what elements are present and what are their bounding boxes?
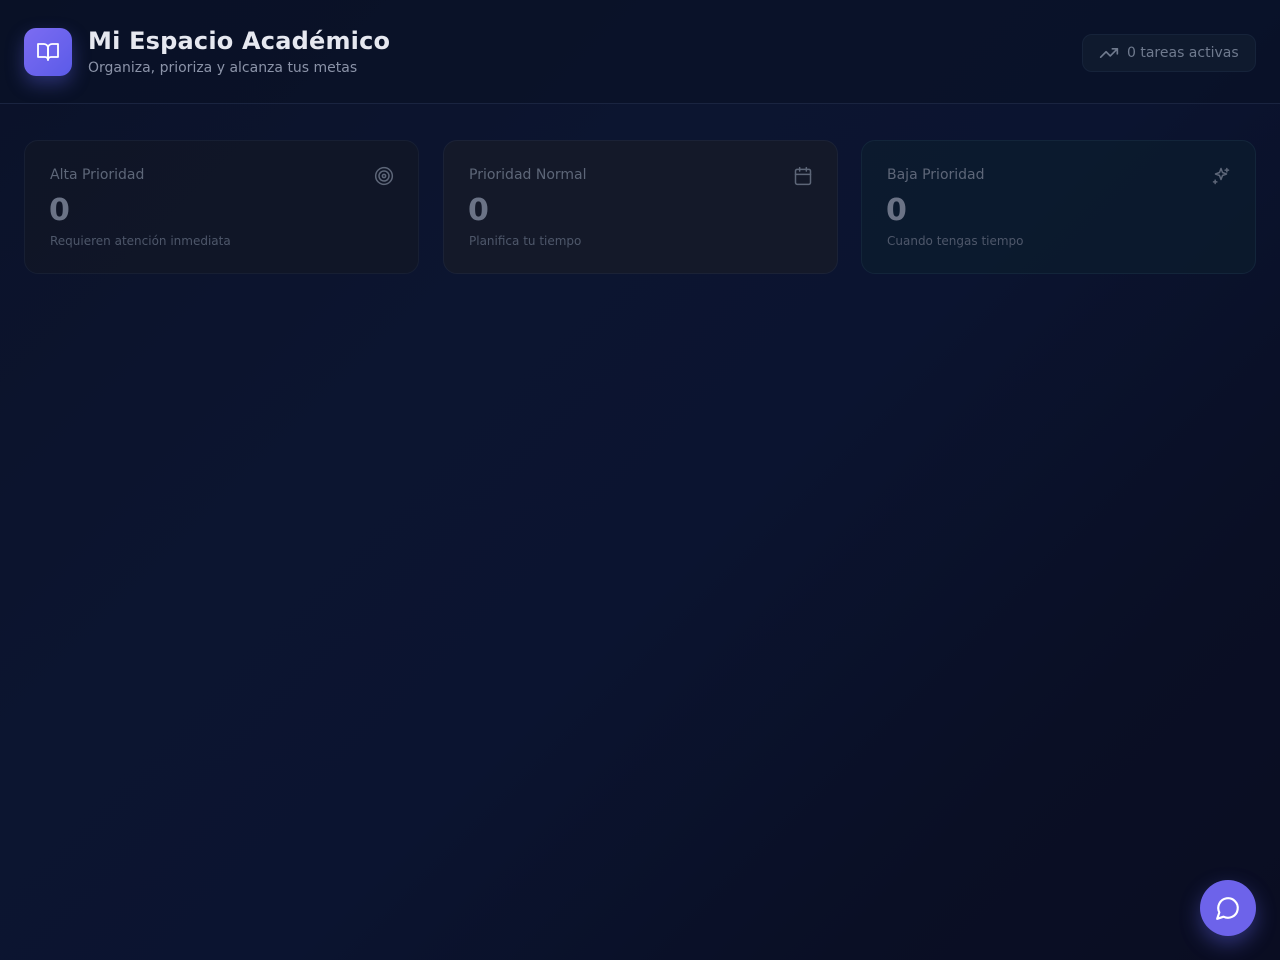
card-label: Prioridad Normal: [469, 167, 587, 183]
low-priority-card: Baja Prioridad 0 Cuando tengas tiempo: [861, 140, 1256, 274]
card-label: Baja Prioridad: [887, 167, 985, 183]
high-priority-card: Alta Prioridad 0 Requieren atención inme…: [24, 140, 419, 274]
card-description: Planifica tu tiempo: [469, 234, 582, 248]
card-count: 0: [886, 193, 907, 228]
page-subtitle: Organiza, prioriza y alcanza tus metas: [88, 60, 358, 76]
message-circle-icon: [1216, 897, 1239, 920]
card-count: 0: [468, 193, 489, 228]
app-header: Mi Espacio Académico Organiza, prioriza …: [0, 0, 1280, 104]
calendar-icon: [793, 166, 813, 186]
card-label: Alta Prioridad: [50, 167, 145, 183]
card-description: Cuando tengas tiempo: [887, 234, 1024, 248]
active-tasks-count: 0 tareas activas: [1127, 45, 1239, 61]
card-count: 0: [49, 193, 70, 228]
active-tasks-badge: 0 tareas activas: [1082, 34, 1256, 72]
sparkles-icon: [1211, 166, 1231, 186]
normal-priority-card: Prioridad Normal 0 Planifica tu tiempo: [443, 140, 838, 274]
trending-up-icon: [1099, 43, 1119, 63]
brand-logo: [24, 28, 72, 76]
chat-button[interactable]: [1200, 880, 1256, 936]
card-description: Requieren atención inmediata: [50, 234, 231, 248]
page-title: Mi Espacio Académico: [88, 27, 391, 55]
target-icon: [374, 166, 394, 186]
open-book-icon: [37, 43, 59, 61]
